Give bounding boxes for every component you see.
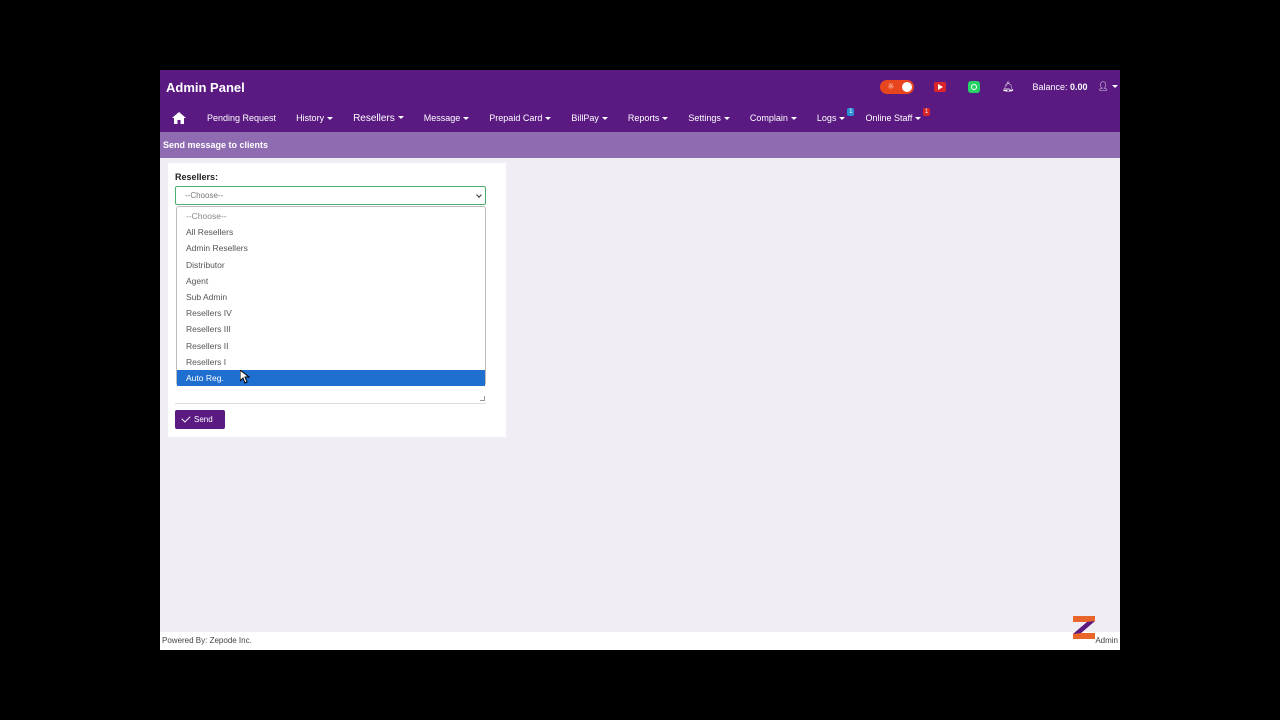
chevron-down-icon (463, 117, 470, 121)
online-staff-badge: 1 (922, 108, 931, 116)
whatsapp-icon[interactable] (967, 81, 980, 93)
logs-badge: 1 (847, 108, 855, 116)
nav-history[interactable]: History (296, 113, 334, 123)
nav-complain[interactable]: Complain (750, 113, 797, 123)
resellers-label: Resellers: (175, 172, 219, 182)
nav-prepaid-card[interactable]: Prepaid Card (489, 113, 552, 123)
dropdown-option[interactable]: Sub Admin (177, 289, 485, 305)
chevron-down-icon (839, 117, 846, 121)
chevron-down-icon (601, 117, 608, 121)
dropdown-option[interactable]: --Choose-- (177, 208, 485, 224)
nav-settings[interactable]: Settings (688, 113, 730, 123)
resize-handle-icon[interactable] (480, 396, 485, 401)
dropdown-option[interactable]: Resellers IV (177, 305, 485, 321)
select-value: --Choose-- (185, 191, 224, 200)
dropdown-option[interactable]: Resellers II (177, 338, 485, 354)
powered-by-text: Powered By: Zepode Inc. (162, 636, 252, 645)
page-title: Send message to clients (160, 132, 1120, 158)
send-button[interactable]: Send (175, 410, 225, 429)
bell-icon[interactable]: 🔔︎ (1002, 82, 1015, 93)
dropdown-option[interactable]: All Resellers (177, 224, 485, 240)
footer-admin-label: Admin (1095, 636, 1118, 645)
chevron-down-icon (327, 117, 334, 121)
app-title: Admin Panel (166, 79, 245, 95)
nav-billpay[interactable]: BillPay (571, 113, 608, 123)
dropdown-option[interactable]: Admin Resellers (177, 240, 485, 256)
chevron-down-icon (662, 117, 669, 121)
nav-message[interactable]: Message (424, 113, 470, 123)
dropdown-option[interactable]: Agent (177, 273, 485, 289)
nav-reports[interactable]: Reports (628, 113, 669, 123)
nav-logs[interactable]: Logs 1 (817, 108, 855, 123)
resellers-select[interactable]: --Choose-- (175, 186, 486, 205)
theme-toggle-icon[interactable]: ☼ (879, 80, 914, 94)
footer: Powered By: Zepode Inc. (160, 632, 1120, 650)
nav-pending-request[interactable]: Pending Request (207, 113, 276, 123)
nav-online-staff[interactable]: Online Staff 1 (865, 108, 931, 123)
home-icon[interactable] (172, 112, 186, 124)
user-icon[interactable]: 👤︎ (1098, 82, 1118, 92)
zepode-logo-icon (1073, 616, 1095, 639)
chevron-down-icon (723, 117, 730, 121)
mouse-cursor-icon (240, 370, 250, 384)
youtube-icon[interactable] (933, 82, 946, 92)
balance-label: Balance: (1032, 82, 1068, 92)
dropdown-option[interactable]: Resellers III (177, 321, 485, 337)
dropdown-option-selected[interactable]: Auto Reg. (177, 369, 485, 387)
main-nav: Pending Request History Resellers Messag… (160, 104, 1120, 132)
dropdown-option[interactable]: Resellers I (177, 354, 485, 370)
chevron-down-icon (476, 192, 482, 198)
top-right-controls: ☼ 🔔︎ Balance: 0.00 👤︎ (879, 70, 1118, 104)
dropdown-option[interactable]: Distributor (177, 257, 485, 273)
chevron-down-icon (397, 116, 404, 120)
resellers-dropdown-list[interactable]: --Choose-- All Resellers Admin Resellers… (176, 206, 486, 387)
balance-value: 0.00 (1070, 82, 1088, 92)
chevron-down-icon (545, 117, 552, 121)
balance-display: Balance: 0.00 (1032, 82, 1087, 92)
top-bar: Admin Panel ☼ 🔔︎ Balance: 0.00 👤︎ (160, 70, 1120, 104)
nav-resellers[interactable]: Resellers (353, 113, 404, 124)
chevron-down-icon (915, 117, 922, 121)
chevron-down-icon (790, 117, 797, 121)
check-icon (181, 413, 191, 423)
